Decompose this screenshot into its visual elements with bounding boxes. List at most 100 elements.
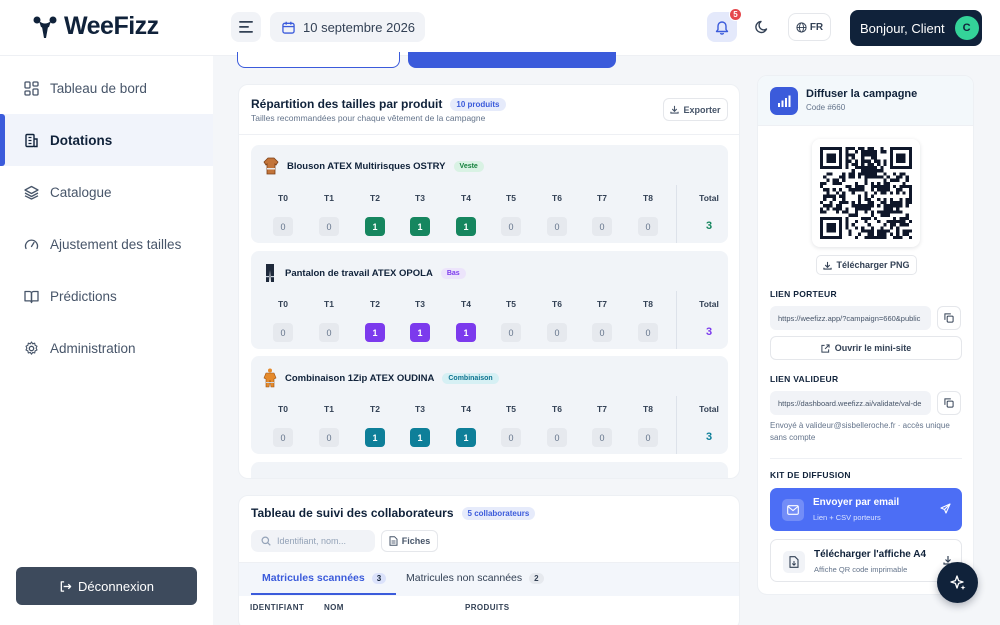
repartition-card: Répartition des tailles par produit 10 pr… <box>238 84 740 479</box>
user-menu-button[interactable]: Bonjour, Client C <box>850 10 982 46</box>
porteur-label: LIEN PORTEUR <box>770 289 837 299</box>
product-header: Blouson ATEX Multirisques OSTRY Veste <box>263 157 484 175</box>
tab-count: 2 <box>529 572 544 584</box>
size-count-cell: 1 <box>410 428 430 447</box>
logout-icon <box>60 580 72 592</box>
top-header: WeeFizz 10 septembre 2026 5 FR Bonjour, … <box>0 0 1000 56</box>
total-header: Total <box>699 404 719 414</box>
language-selector[interactable]: FR <box>788 13 831 41</box>
sidebar-item-administration[interactable]: Administration <box>0 322 213 374</box>
tab-count: 3 <box>371 572 387 584</box>
product-header: Pantalon de travail ATEX OPOLA Bas <box>263 263 466 283</box>
fiches-button[interactable]: Fiches <box>381 530 438 552</box>
valideur-sent-note: Envoyé à valideur@sisbelleroche.fr · acc… <box>770 421 950 442</box>
secondary-action-button[interactable] <box>237 52 400 68</box>
product-card <box>251 462 728 478</box>
total-value: 3 <box>705 326 713 338</box>
tab-not-scanned[interactable]: Matricules non scannées 2 <box>406 572 544 584</box>
sidebar-item-label: Tableau de bord <box>50 80 147 96</box>
size-count-cell: 0 <box>319 217 339 236</box>
divider <box>676 396 677 454</box>
sidebar-item-ajustement[interactable]: Ajustement des tailles <box>0 218 213 270</box>
size-header: T2 <box>370 404 380 414</box>
download-poster-button[interactable]: Télécharger l'affiche A4 Affiche QR code… <box>770 539 962 582</box>
mail-icon <box>782 499 804 521</box>
size-count-cell: 0 <box>592 217 612 236</box>
product-count-badge: 10 produits <box>450 98 506 111</box>
sidebar-item-dotations[interactable]: Dotations <box>0 114 213 166</box>
gear-icon <box>25 340 38 355</box>
copy-valideur-button[interactable] <box>937 391 961 415</box>
tab-scanned[interactable]: Matricules scannées 3 <box>262 572 387 584</box>
size-header: T4 <box>461 404 471 414</box>
repartition-title: Répartition des tailles par produit 10 pr… <box>251 97 506 111</box>
sidebar-item-predictions[interactable]: Prédictions <box>0 270 213 322</box>
envelope-icon <box>787 505 799 515</box>
jacket-icon <box>263 157 279 175</box>
size-header: T1 <box>324 404 334 414</box>
diffusion-panel: Diffuser la campagne Code #660 Télécharg… <box>757 75 974 595</box>
product-card: Combinaison 1Zip ATEX OUDINA Combinaison T… <box>251 356 728 454</box>
divider <box>676 185 677 243</box>
download-png-button[interactable]: Télécharger PNG <box>816 255 917 275</box>
file-download-icon <box>789 556 799 568</box>
size-count-cell: 1 <box>365 428 385 447</box>
column-header-nom[interactable]: NOM <box>324 603 344 612</box>
theme-toggle-button[interactable] <box>747 12 777 42</box>
search-input[interactable]: Identifiant, nom... <box>251 530 375 552</box>
logout-button[interactable]: Déconnexion <box>16 567 197 605</box>
column-header-identifiant[interactable]: IDENTIFIANT <box>250 603 304 612</box>
size-header: T0 <box>278 404 288 414</box>
coverall-icon <box>263 368 277 388</box>
export-button[interactable]: Exporter <box>663 98 728 121</box>
menu-toggle-button[interactable] <box>231 12 261 42</box>
total-value: 3 <box>705 431 713 443</box>
size-grid: T0 0 T1 0 T2 1 T3 1 T4 1 T5 0 T6 0 T7 0 T8 0 Total 3 <box>251 185 728 243</box>
size-count-cell: 0 <box>592 428 612 447</box>
notifications-button[interactable]: 5 <box>707 8 742 42</box>
size-header: T1 <box>324 299 334 309</box>
size-count-cell: 0 <box>319 428 339 447</box>
size-count-cell: 0 <box>638 217 658 236</box>
gauge-icon <box>24 238 39 249</box>
size-header: T7 <box>597 193 607 203</box>
sidebar-item-label: Dotations <box>50 132 113 148</box>
signal-icon <box>770 87 798 115</box>
sidebar-item-dashboard[interactable]: Tableau de bord <box>0 62 213 114</box>
size-header: T6 <box>552 299 562 309</box>
notification-badge: 5 <box>729 8 742 21</box>
copy-icon <box>944 398 954 408</box>
column-header-produits[interactable]: PRODUITS <box>465 603 510 612</box>
size-count-cell: 1 <box>410 323 430 342</box>
copy-porteur-button[interactable] <box>937 306 961 330</box>
mini-site-label: Ouvrir le mini-site <box>834 343 912 353</box>
export-label: Exporter <box>683 104 721 115</box>
size-count-cell: 0 <box>592 323 612 342</box>
sidebar-item-catalogue[interactable]: Catalogue <box>0 166 213 218</box>
sidebar-item-label: Ajustement des tailles <box>50 236 182 252</box>
valideur-link-field[interactable]: https://dashboard.weefizz.ai/validate/va… <box>770 391 931 415</box>
size-header: T5 <box>506 404 516 414</box>
send-email-button[interactable]: Envoyer par email Lien + CSV porteurs <box>770 488 962 531</box>
search-icon <box>261 536 271 546</box>
size-count-cell: 1 <box>456 323 476 342</box>
porteur-link-field[interactable]: https://weefizz.app/?campaign=660&public <box>770 306 931 330</box>
size-header: T4 <box>461 193 471 203</box>
product-name: Blouson ATEX Multirisques OSTRY <box>287 160 446 172</box>
size-header: T0 <box>278 299 288 309</box>
repartition-subtitle: Tailles recommandées pour chaque vêtemen… <box>251 113 486 123</box>
brand-logo[interactable]: WeeFizz <box>32 12 159 41</box>
qr-code-icon <box>820 147 912 239</box>
primary-action-button[interactable] <box>408 52 616 68</box>
repartition-title-text: Répartition des tailles par produit <box>251 97 443 111</box>
collaborator-count-badge: 5 collaborateurs <box>461 507 536 520</box>
assistant-button[interactable] <box>937 562 978 603</box>
sidebar: Tableau de bord Dotations Catalogue Ajus… <box>0 56 213 625</box>
suivi-title: Tableau de suivi des collaborateurs 5 col… <box>251 506 536 520</box>
size-count-cell: 0 <box>638 428 658 447</box>
open-mini-site-button[interactable]: Ouvrir le mini-site <box>770 336 962 360</box>
building-icon <box>25 133 38 147</box>
diffusion-header: Diffuser la campagne Code #660 <box>758 76 973 126</box>
date-picker[interactable]: 10 septembre 2026 <box>270 12 425 42</box>
weefizz-logo-icon <box>33 16 57 38</box>
